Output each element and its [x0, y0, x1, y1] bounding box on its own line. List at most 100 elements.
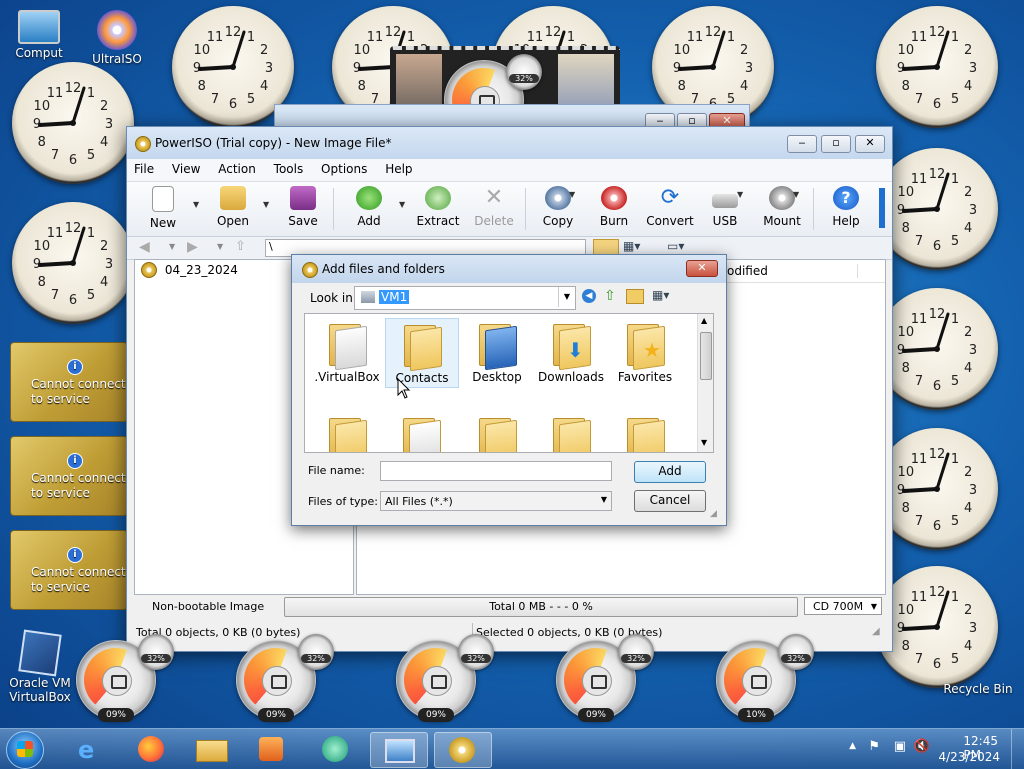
taskbar-media-player[interactable] [246, 732, 296, 766]
view-mode-icon[interactable]: ▦▾ [623, 239, 640, 253]
menu-file[interactable]: File [127, 159, 161, 179]
usb-dropdown-icon[interactable]: ▼ [737, 190, 743, 199]
show-desktop-button[interactable] [1011, 729, 1024, 769]
memory-meter: 32% [506, 54, 542, 90]
status-bar: Non-bootable Image Total 0 MB - - - 0 % … [134, 597, 884, 619]
folder-item-desktop[interactable]: Desktop [461, 320, 533, 384]
new-folder-icon[interactable] [626, 289, 644, 304]
resize-grip-icon[interactable]: ◢ [872, 626, 880, 637]
svg-text:2: 2 [740, 43, 748, 58]
save-button[interactable]: Save [283, 186, 323, 228]
copy-dropdown-icon[interactable]: ▼ [569, 190, 575, 199]
burn-button[interactable]: Burn [593, 186, 635, 228]
media-size-select[interactable]: CD 700M ▼ [804, 597, 882, 615]
list-item[interactable] [385, 414, 457, 452]
show-hidden-icons-icon[interactable]: ▲ [849, 741, 856, 751]
list-item[interactable] [535, 414, 607, 452]
svg-text:12: 12 [929, 167, 946, 182]
taskbar-explorer[interactable] [186, 732, 236, 766]
dialog-titlebar: Add files and folders ✕ [292, 255, 726, 283]
desktop-icon-computer[interactable]: Comput [4, 10, 74, 60]
menu-tools[interactable]: Tools [267, 159, 311, 179]
start-button[interactable] [6, 731, 44, 769]
windows-logo-icon [17, 741, 33, 757]
folder-item-favorites[interactable]: ★ Favorites [609, 320, 681, 384]
up-folder-icon[interactable]: ⇧ [604, 288, 616, 304]
list-item[interactable] [461, 414, 533, 452]
svg-text:10: 10 [354, 43, 371, 58]
files-of-type-select[interactable]: All Files (*.*) ▼ [380, 491, 612, 511]
svg-text:12: 12 [225, 25, 242, 40]
minimize-button[interactable]: ‒ [787, 135, 817, 153]
taskbar-app[interactable] [310, 732, 360, 766]
column-modified[interactable]: odified [727, 264, 858, 278]
downloads-folder-icon: ⬇ [551, 320, 591, 371]
svg-text:11: 11 [911, 452, 928, 467]
layout-icon[interactable]: ▭▾ [667, 239, 684, 253]
chevron-down-icon: ▼ [558, 287, 575, 307]
up-folder-icon[interactable]: ⇧ [235, 239, 246, 254]
mount-dropdown-icon[interactable]: ▼ [793, 190, 799, 199]
svg-text:3: 3 [969, 621, 977, 636]
look-in-select[interactable]: VM1 ▼ [354, 286, 576, 310]
svg-text:8: 8 [678, 79, 686, 94]
list-item[interactable] [609, 414, 681, 452]
desktop-icon-recycle-bin[interactable]: Recycle Bin [938, 682, 1018, 696]
svg-text:1: 1 [567, 30, 575, 45]
add-button[interactable]: Add [634, 461, 706, 483]
menu-options[interactable]: Options [314, 159, 374, 179]
open-dropdown-icon[interactable]: ▼ [263, 200, 269, 209]
svg-text:5: 5 [247, 92, 255, 107]
open-button[interactable]: Open [213, 186, 253, 228]
forward-icon[interactable]: ▶ [187, 239, 198, 255]
scroll-up-icon[interactable]: ▲ [701, 316, 707, 325]
taskbar-internet-explorer[interactable]: e [66, 732, 116, 766]
folder-item-downloads[interactable]: ⬇ Downloads [535, 320, 607, 384]
back-dropdown-icon[interactable]: ▼ [169, 242, 175, 251]
svg-text:7: 7 [915, 92, 923, 107]
add-button[interactable]: Add [349, 186, 389, 228]
svg-text:2: 2 [100, 239, 108, 254]
back-icon[interactable]: ◀ [582, 289, 596, 303]
clock-date[interactable]: 4/23/2024 [938, 750, 1000, 764]
desktop-icon-virtualbox[interactable]: Oracle VM VirtualBox [2, 629, 78, 704]
vertical-scrollbar[interactable]: ▲ ▼ [697, 314, 713, 452]
scroll-down-icon[interactable]: ▼ [701, 438, 707, 447]
taskbar-poweriso[interactable] [434, 732, 492, 768]
maximize-button[interactable]: ▫ [821, 135, 851, 153]
clock-gadget: 121234567891011 [876, 288, 998, 410]
resize-grip-icon[interactable]: ◢ [710, 509, 717, 519]
menu-action[interactable]: Action [211, 159, 263, 179]
close-button[interactable]: ✕ [855, 135, 885, 153]
scroll-thumb[interactable] [700, 332, 712, 380]
dialog-close-button[interactable]: ✕ [686, 260, 718, 277]
folder-item-virtualbox[interactable]: .VirtualBox [311, 320, 383, 384]
taskbar-remote-desktop[interactable] [370, 732, 428, 768]
help-button[interactable]: ? Help [825, 186, 867, 228]
volume-muted-icon[interactable]: 🔇 [914, 739, 930, 754]
network-icon[interactable]: ▣ [894, 739, 906, 754]
new-dropdown-icon[interactable]: ▼ [193, 200, 199, 209]
extract-button[interactable]: Extract [415, 186, 461, 228]
svg-text:8: 8 [902, 361, 910, 376]
tree-item-root[interactable]: 04_23_2024 [141, 262, 238, 278]
add-dropdown-icon[interactable]: ▼ [399, 200, 405, 209]
cpu-meter-gadget: 09% 32% [76, 634, 174, 722]
desktop-icon-ultraiso[interactable]: UltraISO [82, 10, 152, 66]
file-name-input[interactable] [380, 461, 612, 481]
action-center-icon[interactable]: ⚑ [868, 739, 880, 754]
usb-icon [712, 194, 738, 208]
taskbar-firefox[interactable] [126, 732, 176, 766]
menu-help[interactable]: Help [378, 159, 419, 179]
svg-text:3: 3 [265, 61, 273, 76]
file-name-label: File name: [308, 464, 365, 477]
menu-view[interactable]: View [165, 159, 207, 179]
forward-dropdown-icon[interactable]: ▼ [217, 242, 223, 251]
delete-button[interactable]: ✕ Delete [471, 186, 517, 229]
new-button[interactable]: New [143, 186, 183, 230]
view-menu-icon[interactable]: ▦▾ [652, 288, 669, 302]
cancel-button[interactable]: Cancel [634, 490, 706, 512]
back-icon[interactable]: ◀ [139, 239, 150, 255]
list-item[interactable] [311, 414, 383, 452]
convert-button[interactable]: ⟳ Convert [645, 186, 695, 229]
